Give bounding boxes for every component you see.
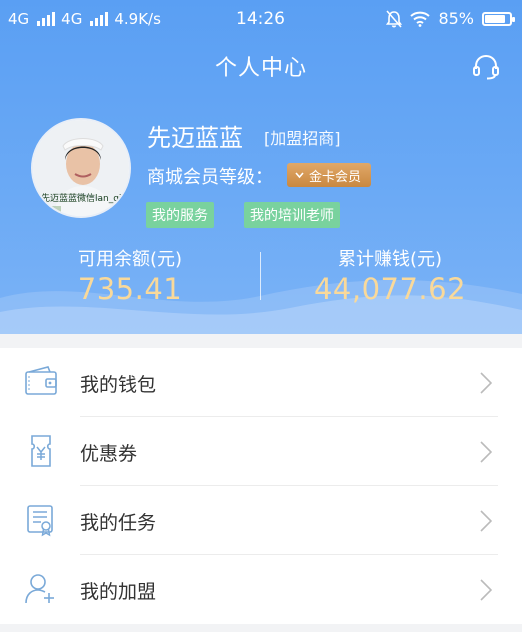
network-label-1: 4G bbox=[8, 10, 30, 28]
member-level-text: 金卡会员 bbox=[309, 169, 362, 185]
menu-label: 我的任务 bbox=[80, 512, 157, 534]
chevron-right-icon bbox=[480, 579, 492, 601]
member-level-badge: 金卡会员 bbox=[287, 163, 372, 187]
my-service-tag[interactable]: 我的服务 bbox=[146, 202, 214, 228]
avatar-watermark: 先迈蓝蓝微信lan_qiu bbox=[41, 194, 123, 204]
network-speed: 4.9K/s bbox=[114, 10, 161, 28]
total-earned-value: 44,077.62 bbox=[313, 272, 467, 306]
clock: 14:26 bbox=[236, 9, 285, 29]
join-link[interactable]: [加盟招商] bbox=[264, 125, 341, 149]
menu-list: 我的钱包 优惠券 我的任务 我的加盟 bbox=[0, 348, 522, 624]
task-icon bbox=[27, 505, 53, 537]
coupon-icon bbox=[31, 435, 51, 467]
wallet-icon bbox=[25, 366, 57, 395]
avatar[interactable]: 先迈蓝蓝微信lan_qiu bbox=[31, 118, 131, 218]
user-name: 先迈蓝蓝 bbox=[147, 124, 243, 152]
headset-icon[interactable] bbox=[472, 54, 500, 80]
available-balance-value: 735.41 bbox=[77, 272, 183, 306]
add-user-icon bbox=[25, 574, 54, 604]
profile-header: 4G 4G 4.9K/s 14:26 85% 个人中心 先迈蓝蓝微信lan_qi… bbox=[0, 0, 522, 334]
member-level-label: 商城会员等级： bbox=[147, 167, 273, 188]
page-title: 个人中心 bbox=[214, 56, 307, 81]
my-trainer-tag[interactable]: 我的培训老师 bbox=[244, 202, 340, 228]
status-bar: 4G 4G 4.9K/s 14:26 85% bbox=[0, 0, 522, 38]
mute-bell-icon bbox=[386, 9, 403, 28]
total-earned-label: 累计赚钱(元) bbox=[337, 249, 443, 270]
menu-item-task[interactable]: 我的任务 bbox=[0, 486, 522, 555]
chevron-right-icon bbox=[480, 372, 492, 394]
chevron-down-icon bbox=[295, 171, 304, 178]
battery-icon bbox=[482, 11, 515, 26]
chevron-right-icon bbox=[480, 441, 492, 463]
menu-label: 我的钱包 bbox=[80, 374, 157, 396]
menu-label: 我的加盟 bbox=[80, 581, 157, 603]
available-balance-label: 可用余额(元) bbox=[77, 249, 183, 270]
battery-percent: 85% bbox=[438, 9, 474, 28]
menu-label: 优惠券 bbox=[80, 443, 138, 465]
profile-page: 4G 4G 4.9K/s 14:26 85% 个人中心 先迈蓝蓝微信lan_qi… bbox=[0, 0, 522, 632]
menu-item-coupon[interactable]: 优惠券 bbox=[0, 417, 522, 486]
menu-item-franchise[interactable]: 我的加盟 bbox=[0, 555, 522, 624]
signal-icon bbox=[37, 12, 56, 26]
signal-icon bbox=[90, 12, 109, 26]
wifi-icon bbox=[410, 11, 431, 27]
chevron-right-icon bbox=[480, 510, 492, 532]
menu-item-wallet[interactable]: 我的钱包 bbox=[0, 348, 522, 417]
network-label-2: 4G bbox=[61, 10, 83, 28]
